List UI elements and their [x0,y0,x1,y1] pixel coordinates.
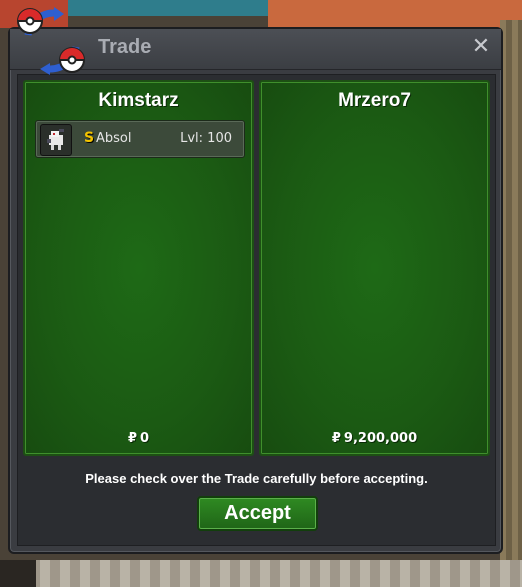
shiny-marker: S [84,130,95,146]
pokemon-name: Absol [96,131,132,146]
right-player-name: Mrzero7 [338,90,411,111]
right-money: ₽9,200,000 [261,431,488,446]
game-world-background [268,0,522,28]
window-title: Trade [98,36,152,58]
accept-button[interactable]: Accept [197,496,318,531]
pokemon-level: Lvl: 100 [180,131,232,146]
trade-window: Trade ✕ Kimstarz S Absol Lvl: 100 ₽ 0 Mr… [8,27,503,554]
game-world-water [68,0,268,16]
left-money-amount: 0 [140,431,150,446]
left-player-name: Kimstarz [98,90,179,111]
trade-swap-icon [17,7,85,75]
trade-notice: Please check over the Trade carefully be… [85,471,428,486]
close-icon[interactable]: ✕ [469,35,493,59]
currency-symbol: ₽ [331,431,341,446]
game-world-floor [0,560,36,587]
game-world-background [500,20,522,587]
right-money-amount: 9,200,000 [343,431,418,446]
currency-symbol: ₽ [127,431,137,446]
absol-sprite-icon [40,124,72,156]
left-trade-panel: Kimstarz S Absol Lvl: 100 ₽ 0 [23,80,254,456]
left-money: ₽0 [25,431,252,446]
trade-content: Kimstarz S Absol Lvl: 100 ₽ 0 Mrzero7 ₽ … [17,74,496,546]
trade-pokemon-item[interactable]: S Absol Lvl: 100 [35,120,245,158]
game-world-floor [0,560,522,587]
right-trade-panel: Mrzero7 ₽9,200,000 [259,80,490,456]
